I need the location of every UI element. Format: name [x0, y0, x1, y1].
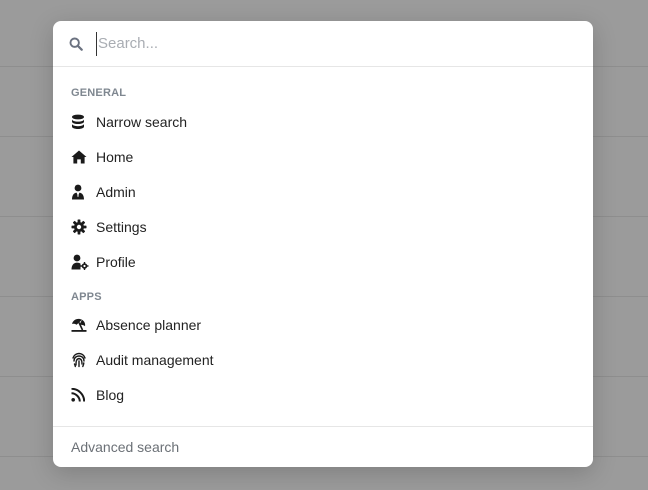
item-narrow-search[interactable]: Narrow search	[53, 104, 593, 139]
item-absence-planner[interactable]: Absence planner	[53, 307, 593, 342]
footer: Advanced search	[53, 426, 593, 467]
fingerprint-icon	[71, 351, 89, 369]
item-label: Profile	[96, 253, 136, 270]
item-label: Blog	[96, 386, 125, 403]
user-tie-icon	[71, 183, 89, 201]
item-blog[interactable]: Blog	[53, 377, 593, 412]
item-admin[interactable]: Admin	[53, 174, 593, 209]
item-label: Settings	[96, 218, 147, 235]
rss-icon	[71, 386, 89, 404]
item-label: Home	[96, 148, 134, 165]
item-audit-management[interactable]: Audit management	[53, 342, 593, 377]
search-bar	[53, 21, 593, 67]
section-title-apps: APPS	[71, 291, 102, 303]
item-label: Audit management	[96, 351, 214, 368]
section-title-general: GENERAL	[71, 87, 127, 99]
item-label: Narrow search	[96, 113, 188, 130]
item-label: Admin	[96, 183, 136, 200]
home-icon	[71, 148, 89, 166]
command-palette: GENERAL Narrow search Home	[53, 21, 593, 467]
gear-icon	[71, 218, 89, 236]
item-label: Absence planner	[96, 316, 202, 333]
umbrella-beach-icon	[71, 316, 89, 334]
user-gear-icon	[71, 253, 89, 271]
database-icon	[71, 113, 89, 131]
item-settings[interactable]: Settings	[53, 209, 593, 244]
item-profile[interactable]: Profile	[53, 244, 593, 279]
results-list: GENERAL Narrow search Home Admin Setting…	[53, 67, 593, 412]
item-home[interactable]: Home	[53, 139, 593, 174]
search-input[interactable]	[96, 31, 578, 56]
advanced-search-link[interactable]: Advanced search	[71, 439, 179, 455]
search-icon	[68, 36, 84, 52]
